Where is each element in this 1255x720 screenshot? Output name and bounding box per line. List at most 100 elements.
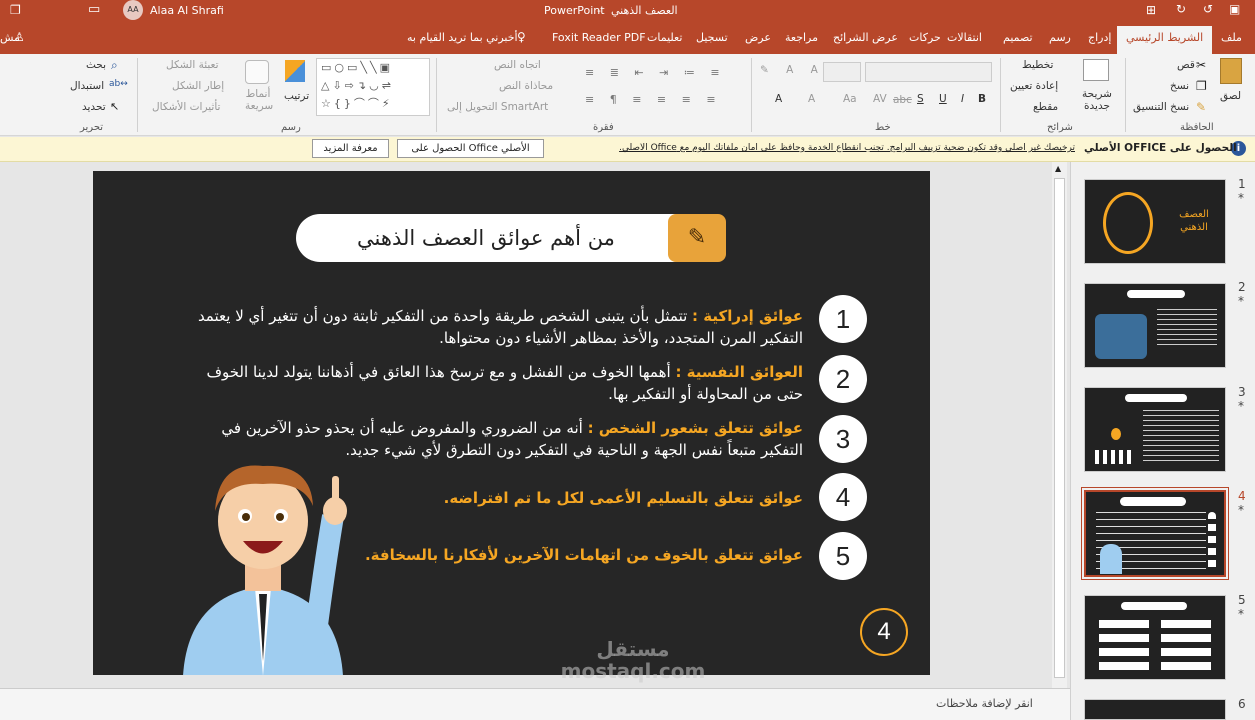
paragraph-icons[interactable]: ≡ ≣ ⇤ ⇥ ≔ ≡ [585,66,726,79]
change-case-button[interactable]: Aa [843,93,857,105]
slide-thumbnail-2[interactable] [1084,283,1226,368]
tab-review[interactable]: مراجعة [785,30,818,46]
thumb-text-lines [1143,410,1219,465]
app-name: PowerPoint [544,4,605,17]
slide-thumbnail-1[interactable]: العصف الذهني [1084,179,1226,264]
layout-button[interactable]: تخطيط [1022,59,1053,71]
thumb-illustration [1095,314,1147,359]
undo-icon[interactable]: ↺ [1203,2,1213,16]
paste-button[interactable]: لصق [1220,90,1241,102]
scroll-thumb[interactable] [1054,178,1065,678]
learn-more-button[interactable]: معرفة المزيد [312,139,389,158]
replace-icon: ab↔ [109,79,128,89]
tab-insert[interactable]: إدراج [1088,30,1111,46]
arrange-button[interactable]: ترتيب [284,90,309,102]
item-number-2: 2 [819,355,867,403]
group-slides-label: شرائح [1047,122,1073,133]
tab-design[interactable]: تصميم [1003,30,1033,46]
tab-home[interactable]: الشريط الرئيسي [1117,26,1213,54]
tell-me-input[interactable]: أخبرني بما تريد القيام به [407,30,518,46]
replace-button[interactable]: استبدال [70,80,104,92]
tab-transitions[interactable]: انتقالات [947,30,982,46]
spacing-button[interactable]: AV [873,93,887,105]
save-icon[interactable]: ▣ [1229,2,1240,16]
tab-view[interactable]: عرض [745,30,771,46]
list-item: عوائق تتعلق بشعور الشخص : أنه من الضروري… [191,417,803,461]
shape-effects-button[interactable]: تأثيرات الأشكال [152,101,220,113]
item-number-1: 1 [819,295,867,343]
lightbulb-icon[interactable]: ♀ [517,30,526,44]
presentation-icon[interactable]: ▭ [88,2,100,17]
list-item: عوائق إدراكية : تتمثل بأن يتبنى الشخص طر… [191,305,803,349]
font-size-icons[interactable]: ✎ A A [760,64,825,76]
smartart-button[interactable]: التحويل إلى SmartArt [447,101,548,113]
format-painter-button[interactable]: نسخ التنسيق [1133,101,1189,113]
thumb-left-boxes [1099,620,1149,670]
tab-file[interactable]: ملف [1221,30,1242,46]
arrange-icon [285,60,305,82]
shapes-gallery[interactable]: ▭○▭╲╲▣ △⇩⇨↴◡⇌ ☆{}⌒⌒⚡ [316,58,430,116]
underline-button[interactable]: U [939,93,947,105]
get-office-button[interactable]: الحصول على Office الأصلي [397,139,544,158]
italic-button[interactable]: I [961,93,964,105]
cursor-icon: ↖ [110,100,120,113]
slide-thumbnail-6[interactable] [1084,699,1226,720]
notes-placeholder[interactable]: انقر لإضافة ملاحظات [936,697,1033,710]
slide-page-number: 4 [860,608,908,656]
notes-pane[interactable]: انقر لإضافة ملاحظات [0,688,1070,720]
quick-styles-icon [245,60,269,84]
thumb-text-lines [1157,309,1217,349]
tab-foxit[interactable]: Foxit Reader PDF [552,30,646,46]
highlight-button[interactable]: A [808,93,815,105]
scroll-up-icon[interactable]: ▲ [1055,164,1061,173]
section-button[interactable]: مقطع [1033,101,1058,113]
brain-icon: ✎ [668,214,726,262]
tab-animations[interactable]: حركات [909,30,941,46]
font-size-dropdown[interactable] [823,62,861,82]
copy-button[interactable]: نسخ [1170,80,1189,92]
group-editing-label: تحرير [80,122,104,133]
slide-thumbnail-3[interactable] [1084,387,1226,472]
select-button[interactable]: تحديد [82,101,106,113]
font-color-button[interactable]: A [775,93,782,105]
slide-canvas[interactable]: ✎ من أهم عوائق العصف الذهني 1 عوائق إدرا… [93,171,930,675]
tab-record[interactable]: تسجيل [696,30,728,46]
teacher-illustration [183,465,347,675]
shape-fill-button[interactable]: تعبئة الشكل [166,59,219,71]
info-message-link[interactable]: ترخيصك غير أصلي وقد تكون ضحية تزييف البر… [573,143,1075,153]
strikethrough-button[interactable]: abc [893,94,912,106]
tab-draw[interactable]: رسم [1049,30,1071,46]
font-name-dropdown[interactable] [865,62,992,82]
quick-styles-button[interactable]: أنماط سريعة [245,88,273,112]
bold-button[interactable]: B [978,93,986,105]
item-number-3: 3 [819,415,867,463]
strike-button[interactable]: S [917,93,924,105]
tab-help[interactable]: تعليمات [647,30,682,46]
redo-icon[interactable]: ↻ [1176,2,1186,16]
touch-mode-icon[interactable]: ⊞ [1146,3,1156,17]
new-slide-button[interactable]: شريحة جديدة [1078,88,1116,112]
slide-thumbnail-4-selected[interactable] [1084,490,1226,577]
watermark: مستقل mostaql.com [560,637,706,683]
cut-button[interactable]: قص [1177,59,1195,71]
thumb-number: 6 [1238,697,1246,711]
title-bar: ❐ ▭ AA Alaa Al Shrafi PowerPoint - العصف… [0,0,1255,22]
thumb-star: * [1238,399,1244,413]
divider [751,58,752,132]
shape-outline-button[interactable]: إطار الشكل [172,80,224,92]
text-direction-button[interactable]: اتجاه النص [494,59,541,71]
find-button[interactable]: بحث [86,59,106,71]
avatar[interactable]: AA [123,0,143,20]
user-name[interactable]: Alaa Al Shrafi [150,3,224,19]
item-number-4: 4 [819,473,867,521]
powerpoint-window: ❐ ▭ AA Alaa Al Shrafi PowerPoint - العصف… [0,0,1255,720]
align-text-button[interactable]: محاذاة النص [499,80,553,92]
slide-thumbnail-5[interactable] [1084,595,1226,680]
align-icons[interactable]: ≡ ¶ ≡ ≡ ≡ ≡ [585,93,722,106]
reset-button[interactable]: إعادة تعيين [1010,80,1058,92]
share-button[interactable]: مش [0,30,20,46]
tab-slideshow[interactable]: عرض الشرائح [833,30,898,46]
restore-icon[interactable]: ❐ [10,3,21,17]
thumb-right-boxes [1161,620,1211,670]
editor-scrollbar[interactable]: ▲ ▼ [1052,162,1067,717]
